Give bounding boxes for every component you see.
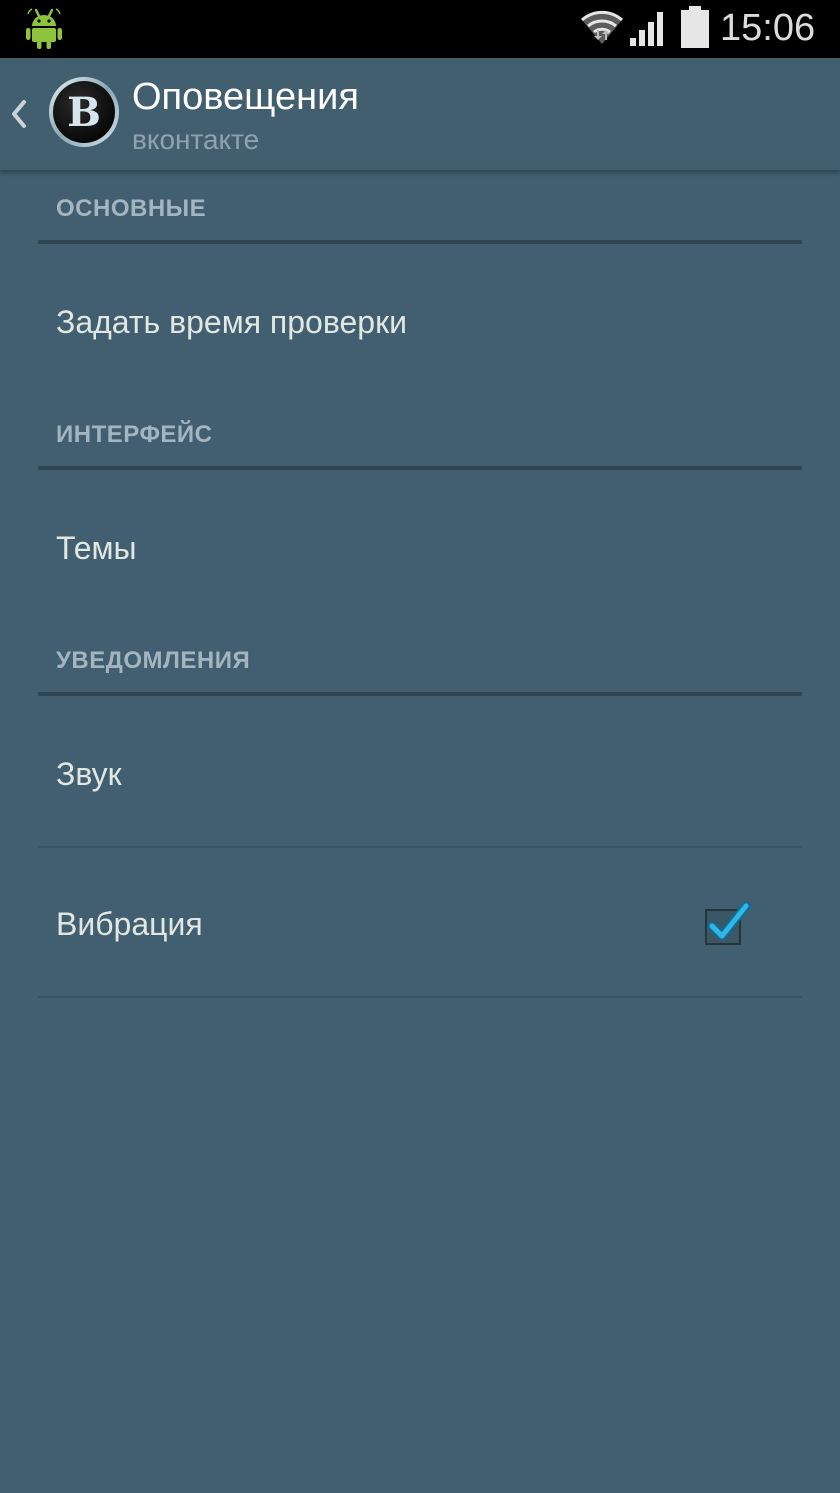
category-label: ОСНОВНЫЕ: [56, 195, 207, 222]
vibration-checkbox[interactable]: [700, 900, 752, 948]
pref-item-label: Вибрация: [56, 906, 203, 942]
signal-icon: [630, 12, 663, 46]
category-label: ИНТЕРФЕЙС: [56, 421, 213, 448]
pref-item-label: Звук: [56, 756, 122, 792]
action-bar: В Оповещения вконтакте: [0, 58, 840, 170]
item-divider: [38, 996, 802, 998]
status-time: 15:06: [720, 7, 816, 49]
page-subtitle: вконтакте: [132, 124, 260, 155]
category-header-interface: ИНТЕРФЕЙС: [0, 396, 840, 472]
category-divider: [38, 240, 802, 244]
category-label: УВЕДОМЛЕНИЯ: [56, 647, 251, 674]
settings-screen: 15:06 В Оповещения вконтакте ОСНОВНЫЕ За…: [0, 0, 840, 1493]
pref-item-check-time[interactable]: Задать время проверки: [0, 246, 840, 396]
pref-item-label: Темы: [56, 530, 137, 566]
category-divider: [38, 466, 802, 470]
android-icon: [26, 8, 62, 49]
preference-list: ОСНОВНЫЕ Задать время проверки ИНТЕРФЕЙС…: [0, 170, 840, 998]
pref-item-sound[interactable]: Звук: [0, 698, 840, 848]
app-logo-icon[interactable]: В: [48, 76, 120, 148]
category-header-basic: ОСНОВНЫЕ: [0, 170, 840, 246]
category-header-notifications: УВЕДОМЛЕНИЯ: [0, 622, 840, 698]
pref-item-label: Задать время проверки: [56, 304, 407, 340]
status-bar: 15:06: [0, 0, 840, 58]
page-title: Оповещения: [132, 76, 359, 118]
pref-item-themes[interactable]: Темы: [0, 472, 840, 622]
battery-icon: [681, 6, 709, 48]
back-chevron-icon[interactable]: [6, 94, 32, 134]
category-divider: [38, 692, 802, 696]
wifi-icon: [581, 10, 623, 44]
pref-item-vibration[interactable]: Вибрация: [0, 848, 840, 998]
app-logo-letter: В: [67, 89, 101, 136]
